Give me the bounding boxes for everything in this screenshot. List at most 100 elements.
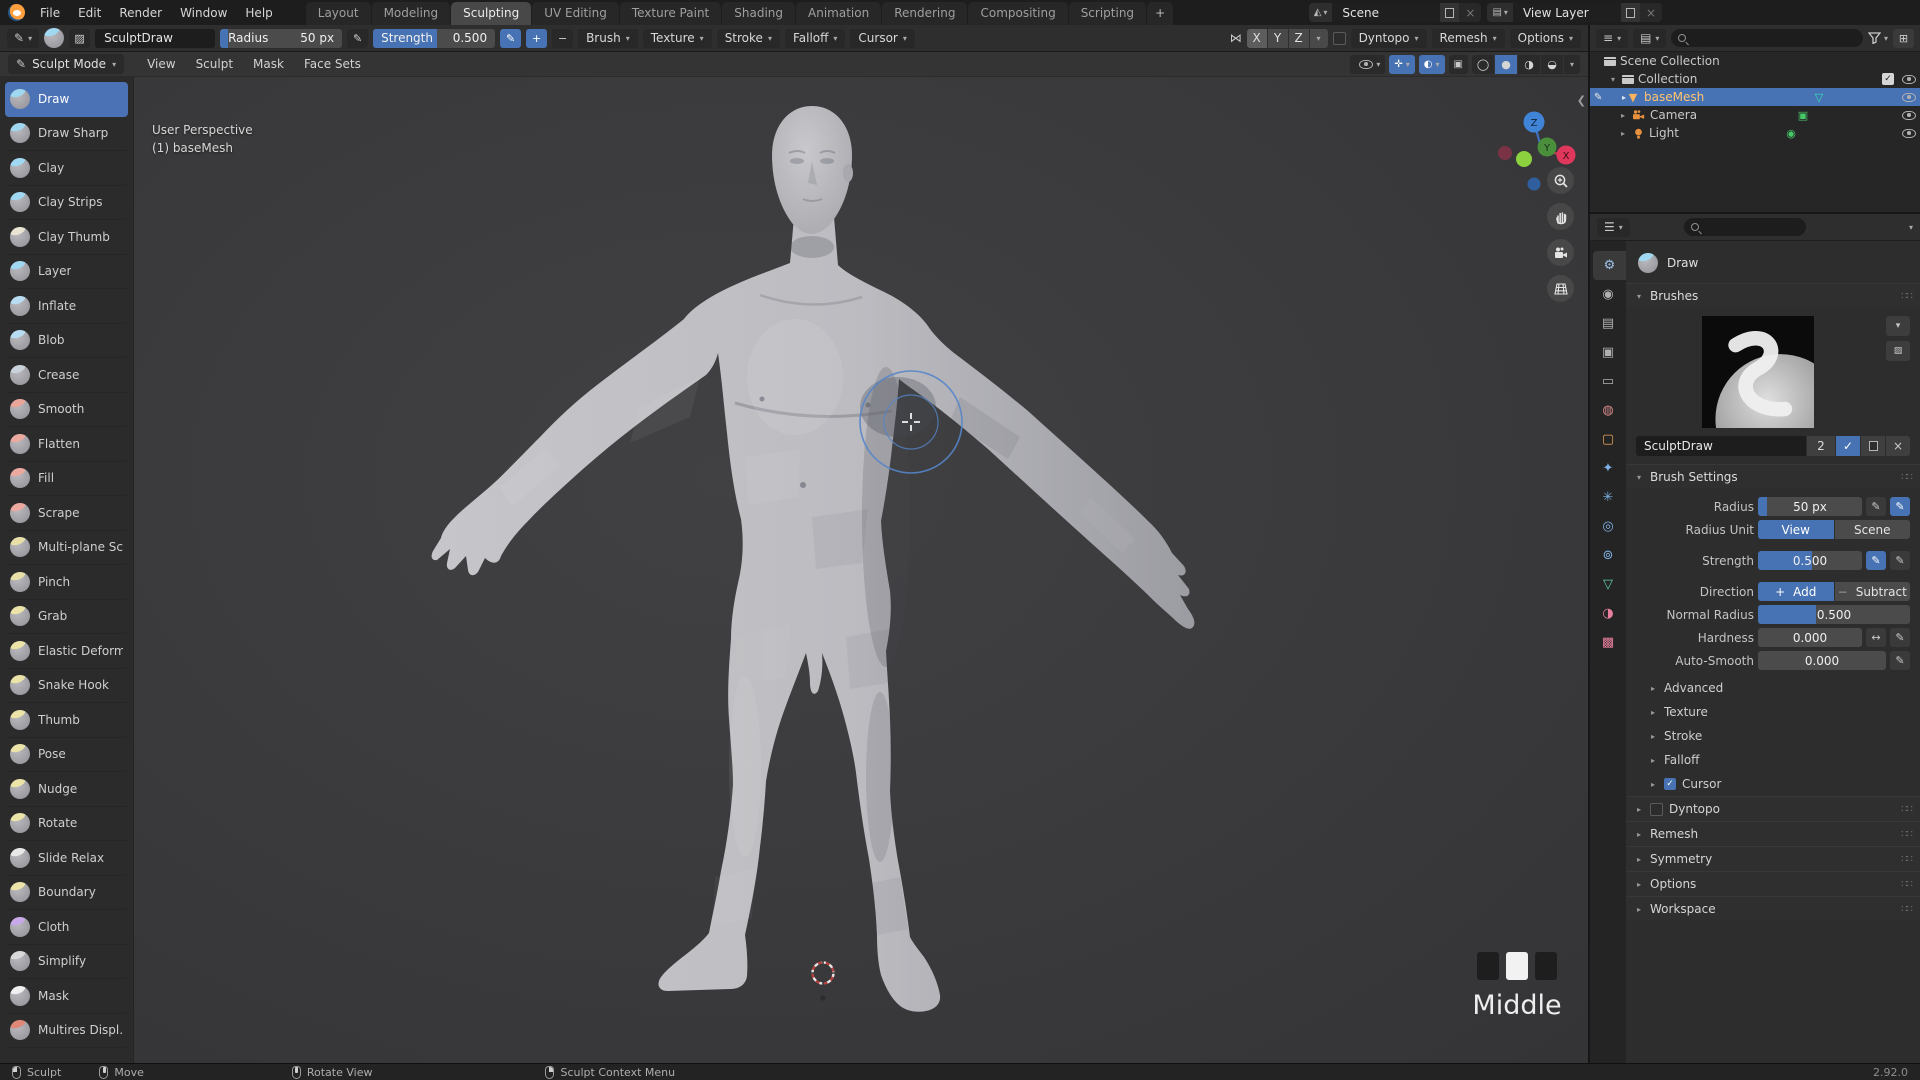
brush-tool-item[interactable]: Inflate [5,289,128,324]
dyntopo-checkbox[interactable] [1332,31,1346,45]
axis-neg-z[interactable] [1527,177,1541,191]
brush-tool-item[interactable]: Flatten [5,427,128,462]
brushes-panel-header[interactable]: ▾ Brushes ∷∷ [1626,283,1920,308]
drag-handle-icon[interactable]: ∷∷ [1901,472,1913,483]
scene-name[interactable]: Scene [1332,3,1441,22]
viewport-menu[interactable]: Sculpt [187,54,242,74]
radius-pressure-button[interactable]: ✎ [347,28,369,48]
brush-texture-icon[interactable]: ▨ [69,28,91,48]
menubar-menu[interactable]: Help [236,3,281,23]
properties-tab[interactable]: ✦ [1590,454,1626,483]
perspective-toggle-button[interactable] [1547,275,1574,302]
properties-tab[interactable]: ◉ [1590,280,1626,309]
properties-tab[interactable]: ▣ [1590,338,1626,367]
editor-type-dropdown[interactable]: ☰ ▾ [1597,217,1630,237]
rendered-shading-button[interactable]: ◒ [1541,54,1563,74]
remove-view-layer-button[interactable]: × [1640,3,1662,22]
properties-search-input[interactable] [1683,218,1806,236]
brush-tool-item[interactable]: Draw [5,82,128,117]
menubar-menu[interactable]: File [31,3,69,23]
collapsed-subpanel[interactable]: ▸ Falloff [1626,748,1920,772]
menubar-menu[interactable]: Render [110,3,171,23]
brush-tool-item[interactable]: Scrape [5,496,128,531]
brush-tool-item[interactable]: Cloth [5,910,128,945]
hardness-invert-button[interactable]: ↔ [1866,628,1886,647]
brush-tool-item[interactable]: Boundary [5,876,128,910]
xray-toggle[interactable]: ▣ [1448,54,1468,74]
direction-add-button[interactable]: + [526,28,548,48]
brush-name-field[interactable]: SculptDraw [1636,436,1806,456]
radius-slider[interactable]: Radius 50 px [220,28,343,48]
collapsed-subpanel[interactable]: ▸ Advanced [1626,676,1920,700]
outliner-search-input[interactable] [1671,29,1863,47]
drag-handle-icon[interactable]: ∷∷ [1901,804,1913,815]
properties-tab[interactable]: ◎ [1590,512,1626,541]
new-scene-button[interactable] [1440,3,1460,22]
brush-tool-item[interactable]: Grab [5,600,128,634]
viewport-3d[interactable]: ✎ Sculpt Mode ▾ View Sculpt Mask Face Sets ▾ … [0,52,1588,1063]
direction-subtract-button[interactable]: − Subtract [1834,582,1910,601]
dyntopo-dropdown[interactable]: Dyntopo ▾ [1350,28,1427,48]
radius-pressure-button[interactable]: ✎ [1890,497,1910,516]
drag-handle-icon[interactable]: ∷∷ [1901,291,1913,302]
properties-tab[interactable]: ⊚ [1590,541,1626,570]
collapsed-subpanel[interactable]: ▸ Stroke [1626,724,1920,748]
basemesh-model[interactable] [431,106,1195,1012]
radius-unit-scene[interactable]: Scene [1834,520,1910,539]
active-tool-dropdown[interactable]: ✎ ▾ [7,28,40,48]
axis-neg-x[interactable] [1498,146,1512,160]
visibility-dropdown[interactable]: ▾ [1350,54,1386,74]
tool-dropdown[interactable]: Brush ▾ [578,28,638,48]
brush-thumbnail-button[interactable]: ▨ [1886,341,1910,361]
gizmos-toggle[interactable]: ✛ ▾ [1389,54,1415,74]
brush-tool-item[interactable]: Pose [5,738,128,772]
axis-neg-y[interactable] [1516,151,1532,167]
radius-slider[interactable]: 50 px [1758,497,1862,516]
fake-user-toggle[interactable]: ✓ [1836,436,1860,456]
pan-hand-button[interactable] [1547,203,1574,230]
collection-checkbox[interactable]: ✓ [1882,73,1894,85]
brush-settings-panel-header[interactable]: ▾ Brush Settings ∷∷ [1626,464,1920,489]
brush-tool-item[interactable]: Thumb [5,703,128,738]
properties-tab[interactable]: ✳ [1590,483,1626,512]
view-layer-name[interactable]: View Layer [1512,3,1621,22]
brush-tool-item[interactable]: Crease [5,358,128,393]
properties-tab[interactable]: ▭ [1590,367,1626,396]
brush-users-count[interactable]: 2 [1807,436,1835,456]
tool-dropdown[interactable]: Cursor ▾ [850,28,915,48]
disclosure-triangle[interactable]: ▾ [1608,75,1618,84]
brush-tool-item[interactable]: Elastic Deform [5,634,128,669]
zoom-button[interactable] [1547,167,1574,194]
sidebar-toggle-arrow[interactable]: ❮ [1577,94,1586,107]
material-shading-button[interactable]: ◑ [1518,54,1540,74]
editor-type-dropdown[interactable]: ≡ ▾ [1596,28,1629,48]
panel-checkbox[interactable] [1650,802,1663,816]
properties-tab[interactable]: ▽ [1590,570,1626,599]
filter-dropdown[interactable]: ▾ [1867,32,1888,44]
brush-tool-item[interactable]: Blob [5,324,128,358]
workspace-tab[interactable]: UV Editing [532,2,619,25]
radius-falloff-button[interactable]: ✎ [1866,497,1886,516]
add-workspace-button[interactable]: + [1147,2,1174,25]
properties-tab[interactable]: ◍ [1590,396,1626,425]
collapsed-panel[interactable]: ▸ Symmetry ∷∷ [1626,846,1920,871]
workspace-tab[interactable]: Compositing [968,2,1068,25]
workspace-tab[interactable]: Scripting [1068,2,1147,25]
mirror-more-dropdown[interactable]: ▾ [1309,28,1328,48]
brush-preview-image[interactable] [1702,316,1814,428]
display-mode-dropdown[interactable]: ▤ ▾ [1633,28,1667,48]
viewport-menu[interactable]: View [138,54,184,74]
menubar-menu[interactable]: Edit [69,3,110,23]
new-view-layer-button[interactable] [1620,3,1640,22]
tool-dropdown[interactable]: Texture ▾ [642,28,712,48]
disclosure-triangle[interactable]: ▸ [1610,93,1626,102]
unlink-scene-button[interactable]: × [1459,3,1481,22]
brush-tool-item[interactable]: Clay [5,151,128,186]
brush-tool-item[interactable]: Multires Displ… [5,1014,128,1048]
drag-handle-icon[interactable]: ∷∷ [1901,879,1913,890]
viewport-menu[interactable]: Face Sets [295,54,370,74]
properties-tab[interactable]: ▤ [1590,309,1626,338]
collapsed-panel[interactable]: ▸ Workspace ∷∷ [1626,896,1920,921]
outliner-row-scene-collection[interactable]: Scene Collection [1590,52,1920,70]
workspace-tab[interactable]: Texture Paint [619,2,722,25]
